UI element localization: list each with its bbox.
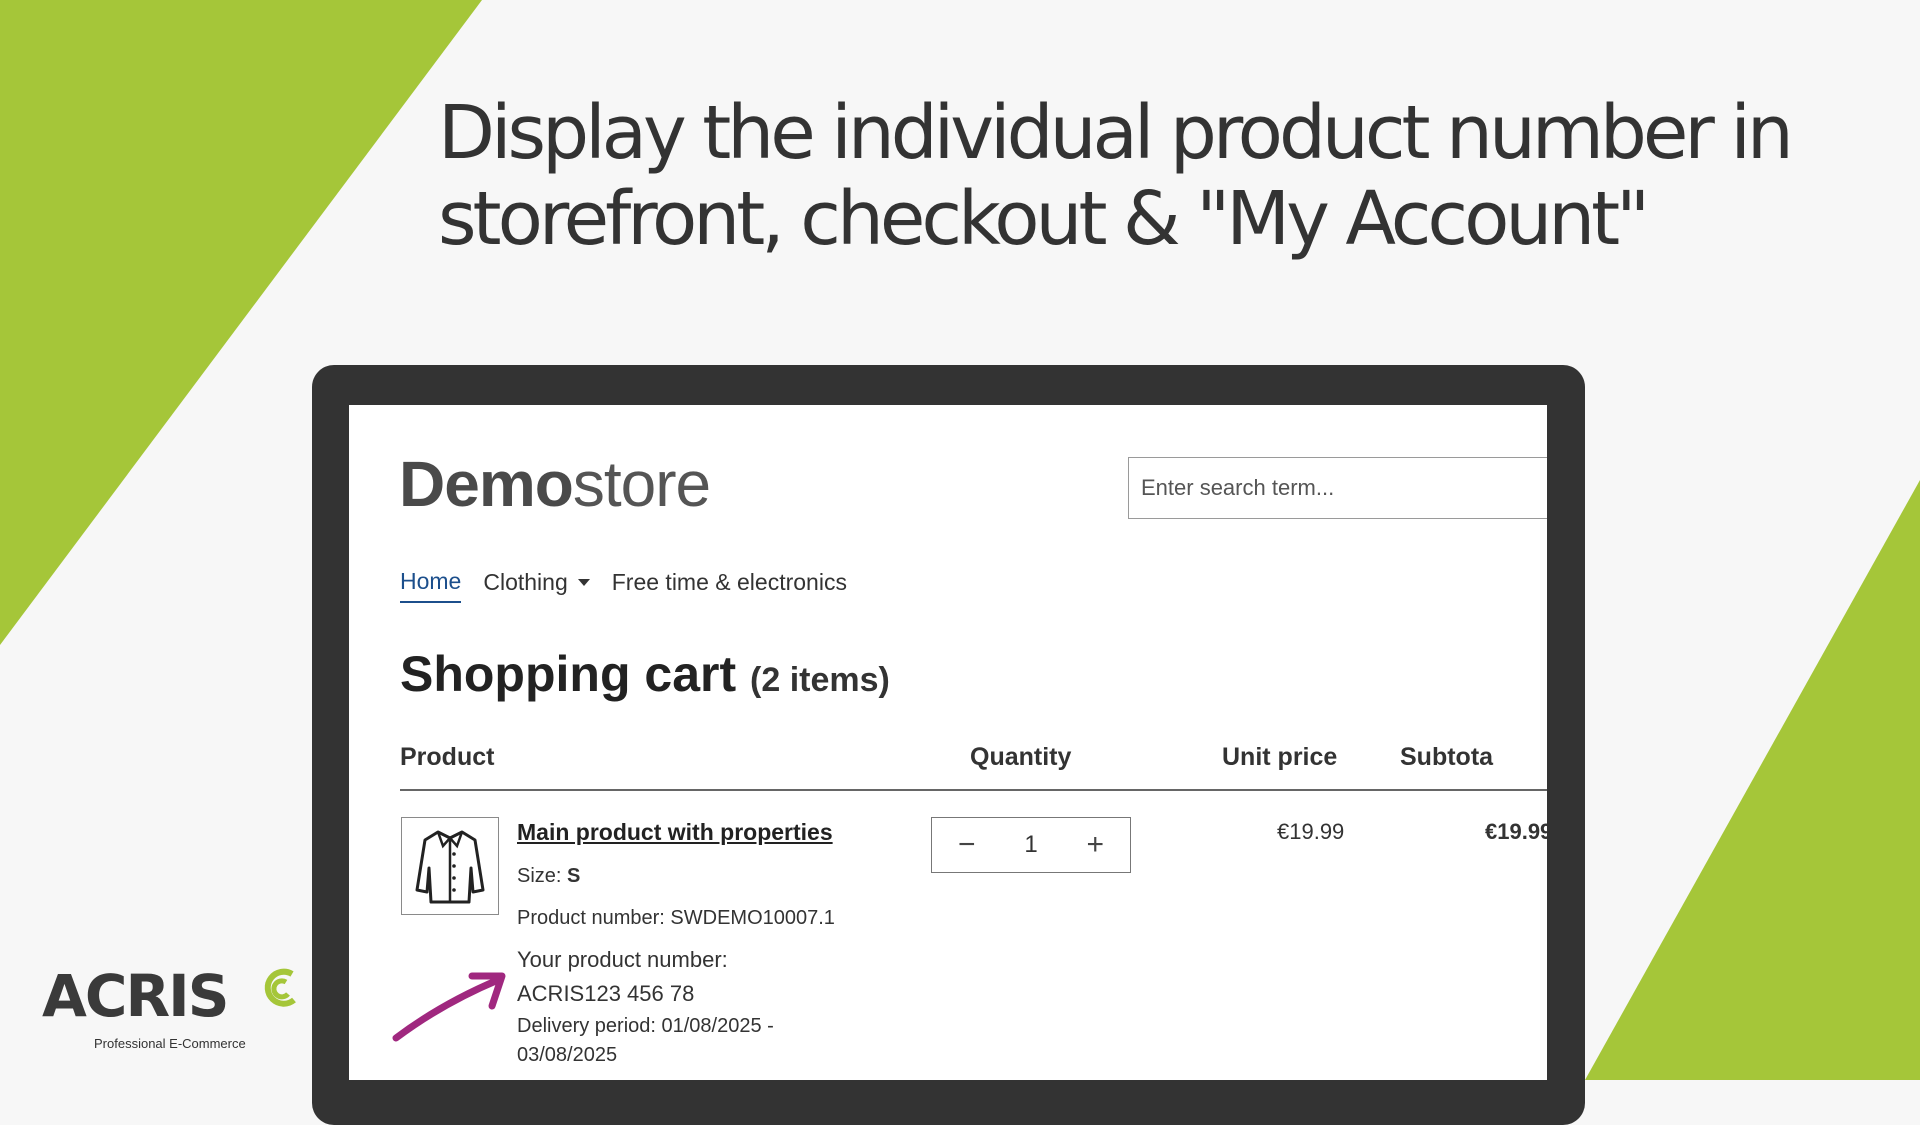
minus-icon[interactable]: − [958,830,976,860]
your-product-number-value: ACRIS123 456 78 [517,981,695,1006]
headline-line-2: storefront, checkout & "My Account" [438,176,1650,262]
product-size: Size: S [517,865,580,888]
nav-item-clothing[interactable]: Clothing [483,568,590,603]
headline-line-1: Display the individual product number in [438,90,1794,176]
acris-logo: ACRIS Professional E-Commerce [42,962,302,1061]
pointer-arrow-icon [392,972,506,1042]
main-navigation: Home Clothing Free time & electronics [400,568,847,603]
nav-item-home[interactable]: Home [400,568,462,603]
nav-item-free-time-electronics[interactable]: Free time & electronics [612,568,847,603]
size-label: Size: [517,865,568,887]
plus-icon[interactable]: + [1086,830,1104,860]
jacket-icon [415,830,485,904]
svg-text:ACRIS: ACRIS [42,966,227,1030]
product-name-link[interactable]: Main product with properties [517,819,833,846]
nav-item-label: Home [400,568,462,594]
cart-table-header: Product Quantity Unit price Subtota [400,743,1547,791]
size-value: S [567,865,581,887]
product-number: Product number: SWDEMO10007.1 [517,907,835,929]
quantity-stepper[interactable]: − 1 + [931,817,1131,873]
delivery-period-line-1: Delivery period: 01/08/2025 - [517,1015,774,1037]
logo-light-part: store [572,448,711,520]
column-header-product: Product [400,743,495,771]
column-header-quantity: Quantity [970,743,1072,771]
store-logo[interactable]: Demostore [399,447,711,521]
headline: Display the individual product number in… [438,90,1858,262]
column-header-subtotal: Subtota [1400,743,1494,771]
page-title: Shopping cart (2 items) [400,645,890,703]
unit-price: €19.99 [1277,819,1345,844]
quantity-value: 1 [1024,831,1038,858]
delivery-period-line-2: 03/08/2025 [517,1044,618,1066]
search-input[interactable] [1128,457,1547,519]
your-product-number-label: Your product number: [517,947,728,972]
nav-item-label: Clothing [483,569,568,595]
chevron-down-icon [577,579,590,586]
logo-bold-part: Demo [399,448,574,520]
column-header-unit-price: Unit price [1222,743,1338,771]
cart-title-text: Shopping cart [400,646,737,702]
product-thumbnail[interactable] [401,817,499,915]
storefront-screen: Demostore Home Clothing Free time & elec… [349,405,1547,1080]
nav-item-label: Free time & electronics [611,569,847,595]
acris-tagline: Professional E-Commerce [94,1036,246,1051]
cart-item-count: (2 items) [750,661,890,699]
subtotal-price: €19.99 [1485,819,1547,844]
